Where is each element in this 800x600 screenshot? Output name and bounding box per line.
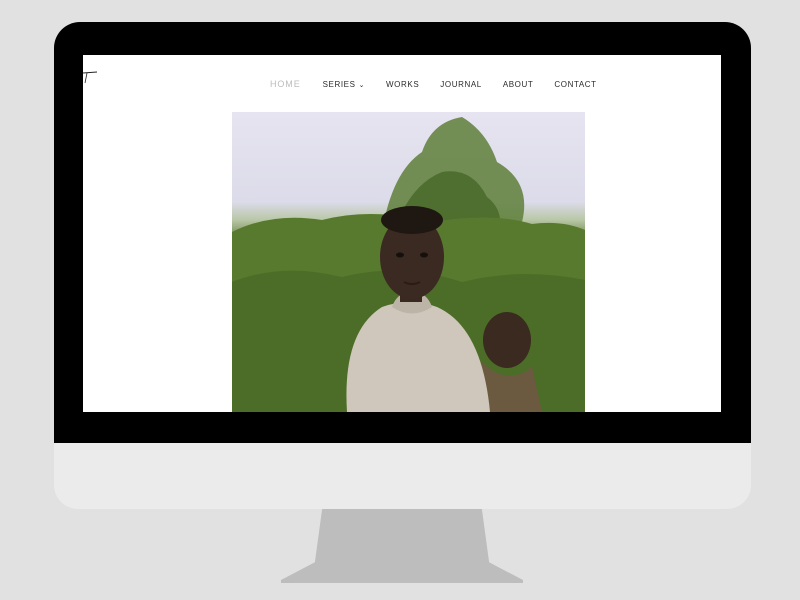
- nav-series-label: SERIES: [322, 79, 356, 89]
- website-screen: HOME SERIES ⌄ WORKS JOURNAL ABOUT CONTACT: [83, 55, 721, 412]
- nav-journal[interactable]: JOURNAL: [440, 80, 482, 89]
- nav-contact[interactable]: CONTACT: [554, 80, 596, 89]
- monitor-stand: [281, 509, 523, 583]
- hero-photo: [232, 112, 585, 412]
- monitor-chin: [54, 443, 751, 509]
- nav-home[interactable]: HOME: [270, 79, 301, 89]
- nav-about[interactable]: ABOUT: [503, 80, 534, 89]
- main-navigation: HOME SERIES ⌄ WORKS JOURNAL ABOUT CONTACT: [270, 79, 597, 89]
- nav-series[interactable]: SERIES ⌄: [323, 80, 365, 89]
- site-logo[interactable]: [83, 71, 99, 85]
- chevron-down-icon: ⌄: [358, 81, 366, 89]
- nav-works[interactable]: WORKS: [386, 80, 419, 89]
- hero-photo-illustration: [232, 117, 585, 412]
